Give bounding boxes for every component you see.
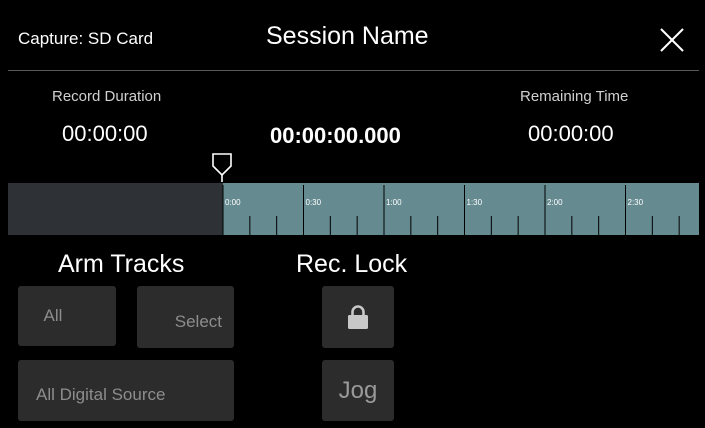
arm-all-digital-source-button[interactable]: All Digital Source: [18, 360, 234, 421]
timeline-tick-label: 1:00: [386, 198, 402, 207]
capture-panel: Capture: SD Card Session Name Record Dur…: [8, 8, 699, 421]
close-icon[interactable]: [658, 26, 686, 54]
arm-all-digital-source-label: All Digital Source: [36, 385, 166, 404]
playhead-marker-icon[interactable]: [211, 152, 233, 182]
timeline-tick-label: 0:00: [225, 198, 241, 207]
header-bar: Capture: SD Card Session Name: [8, 8, 699, 71]
timeline-tick-label: 2:00: [547, 198, 563, 207]
jog-button[interactable]: Jog: [322, 360, 394, 421]
current-timecode: 00:00:00.000: [270, 123, 401, 148]
capture-source-label: Capture: SD Card: [18, 29, 154, 48]
rec-lock-button[interactable]: [322, 286, 394, 348]
remaining-time-value: 00:00:00: [528, 121, 614, 146]
arm-select-button[interactable]: Select: [137, 286, 234, 348]
lock-icon: [348, 305, 368, 329]
jog-label: Jog: [338, 376, 378, 404]
timeline-tick-label: 1:30: [467, 198, 483, 207]
arm-tracks-title: Arm Tracks: [58, 250, 185, 278]
timeline-tick-label: 0:30: [306, 198, 322, 207]
arm-select-label: Select: [174, 312, 222, 331]
timeline-tick-label: 2:30: [628, 198, 644, 207]
rec-lock-title: Rec. Lock: [296, 250, 408, 278]
remaining-time-label: Remaining Time: [520, 88, 629, 105]
record-duration-label: Record Duration: [52, 88, 162, 105]
arm-all-label: All: [43, 306, 63, 325]
session-name-title[interactable]: Session Name: [266, 22, 429, 51]
timeline-ruler: 0:00 0:30 1:00 1:30 2:00 2:30: [222, 185, 680, 235]
record-duration-value: 00:00:00: [62, 121, 148, 146]
arm-all-button[interactable]: All: [18, 286, 116, 346]
timeline-track[interactable]: 0:00 0:30 1:00 1:30 2:00 2:30: [8, 183, 699, 235]
